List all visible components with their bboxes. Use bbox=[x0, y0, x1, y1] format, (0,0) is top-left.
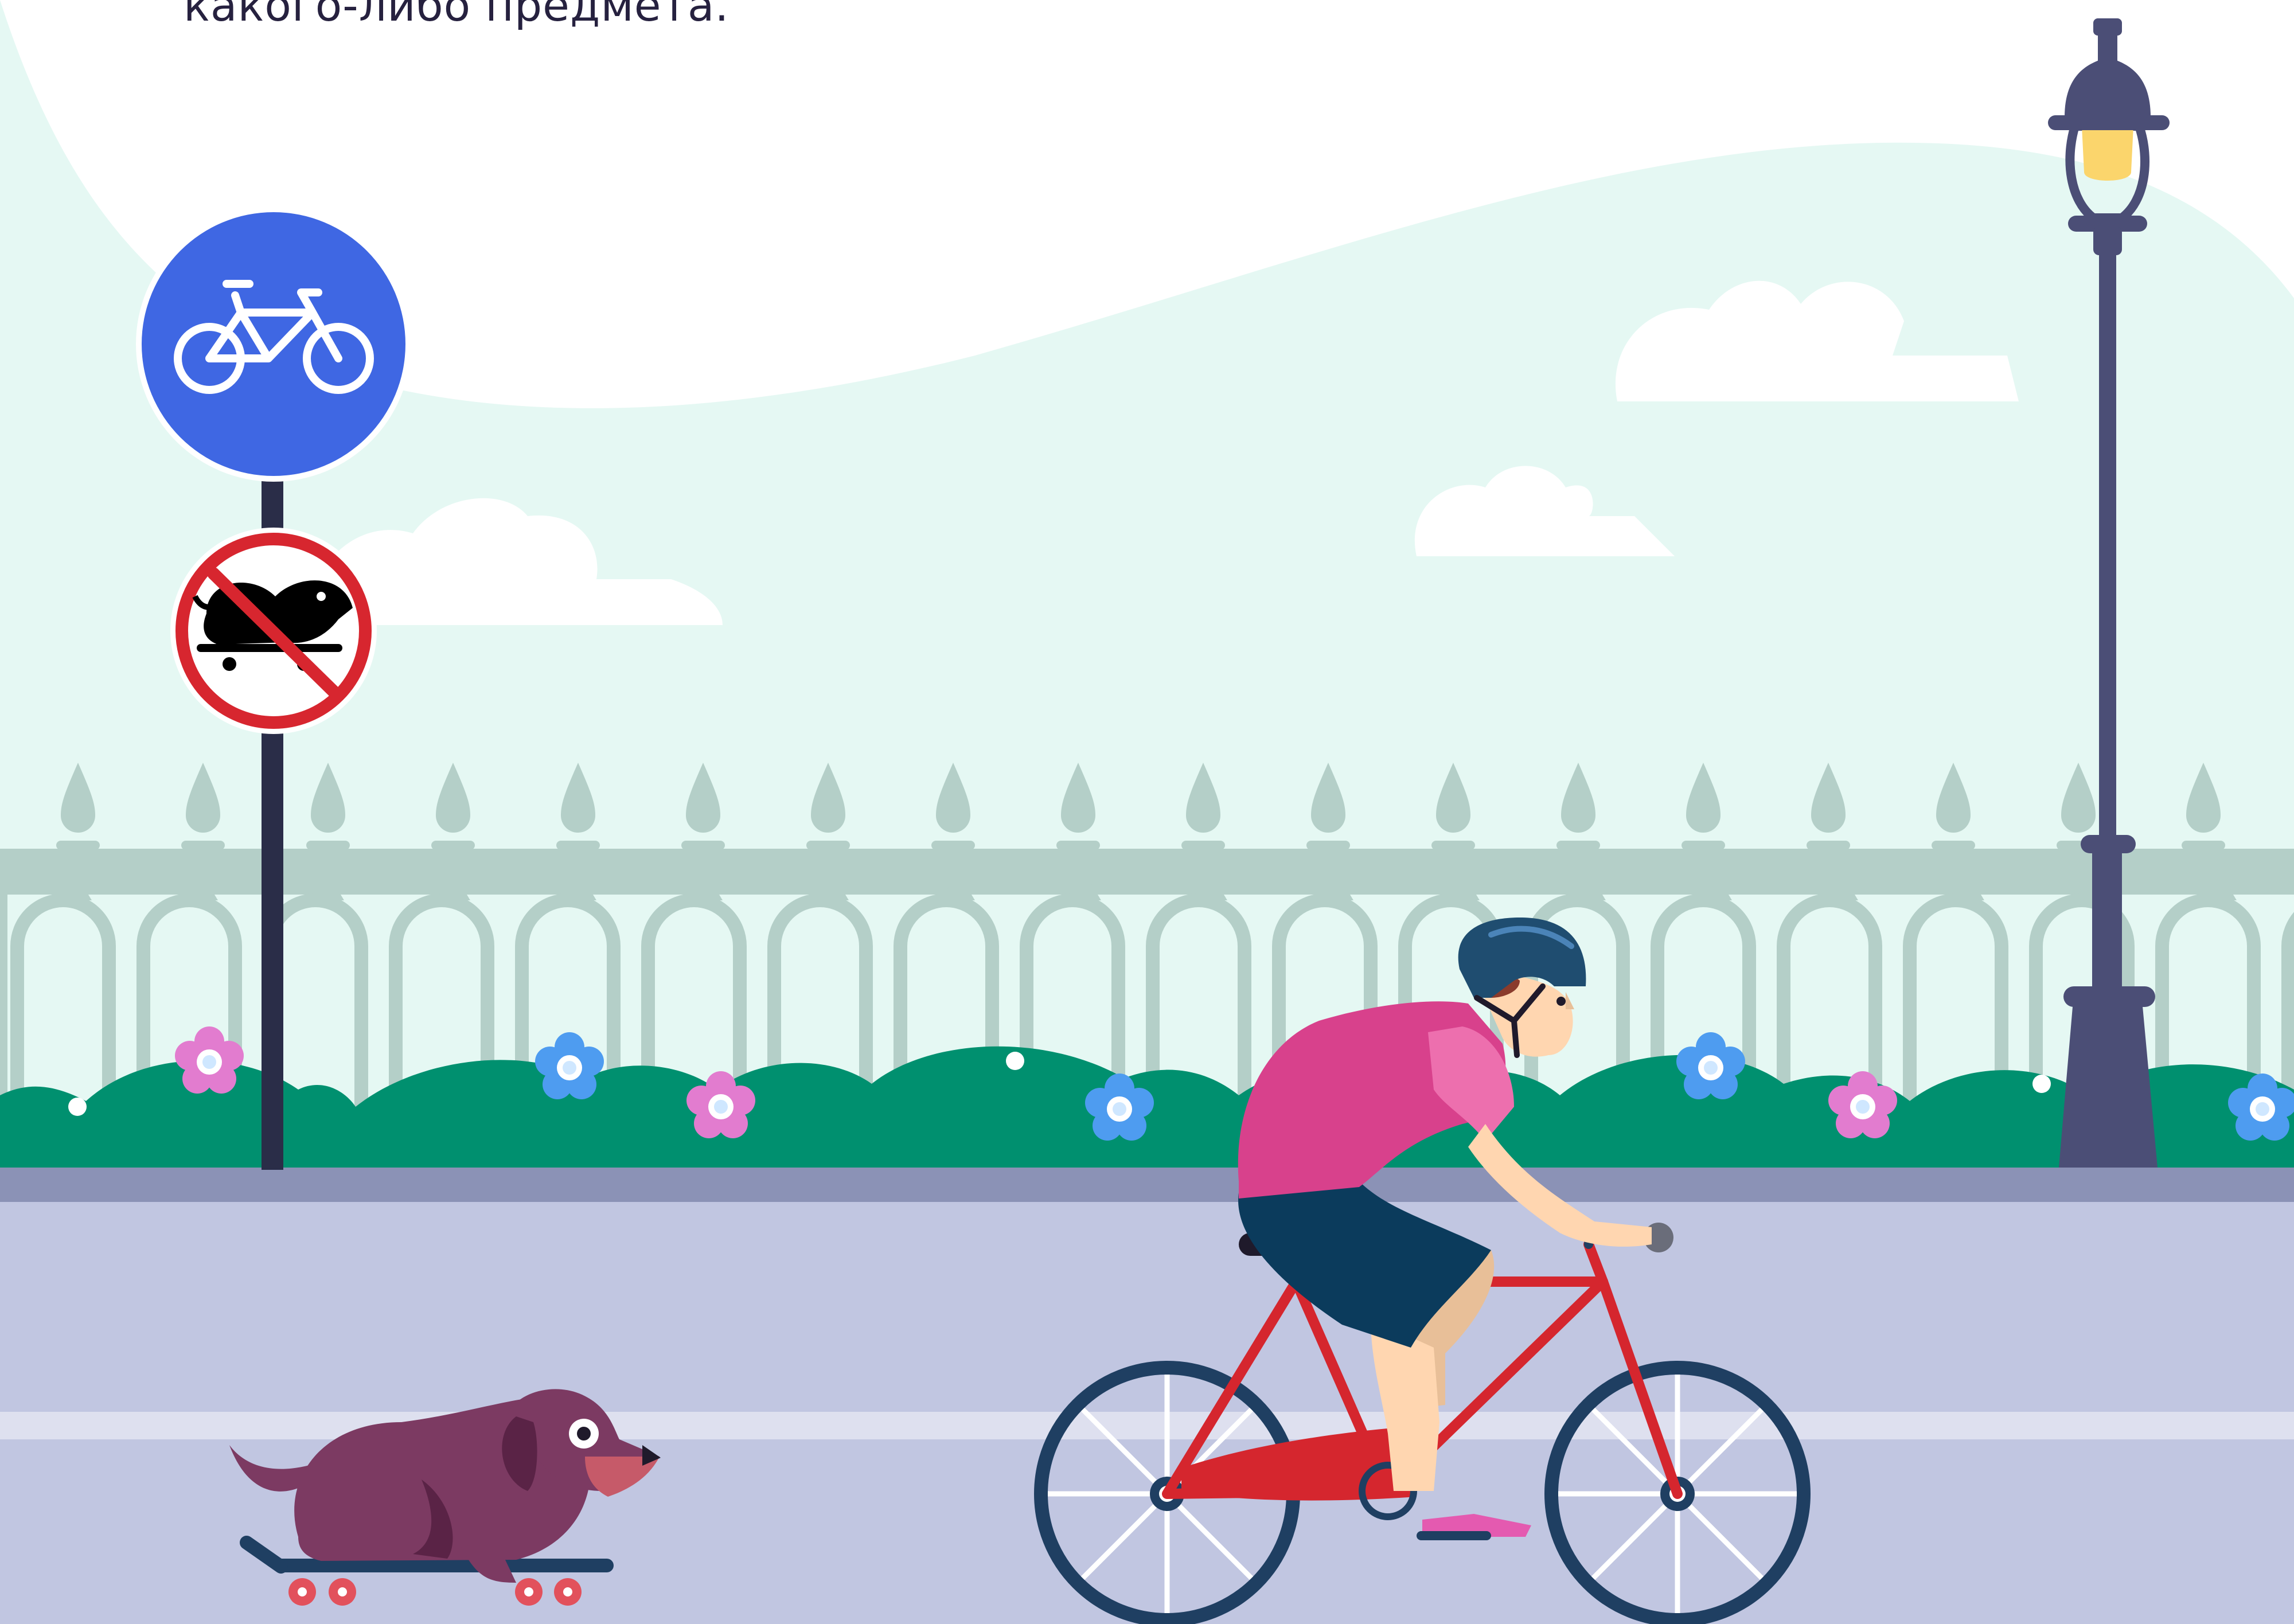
fence-ball bbox=[68, 1098, 87, 1116]
scene bbox=[0, 0, 2294, 1624]
sign-no-dogs-on-skateboards bbox=[170, 528, 377, 734]
sign-bicycle-path bbox=[136, 206, 411, 482]
fence-arch bbox=[2281, 912, 2294, 1118]
fence-ball bbox=[1006, 1052, 1024, 1070]
caption-text: какого-либо предмета. bbox=[184, 0, 729, 31]
fence-ball bbox=[2032, 1075, 2051, 1093]
